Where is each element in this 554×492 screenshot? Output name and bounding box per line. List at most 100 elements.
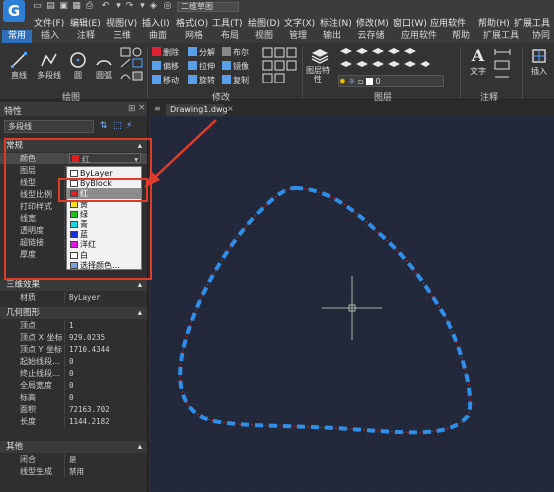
menu-draw[interactable]: 绘图(D) [248,16,280,29]
prop-row-closed[interactable]: 闭合 是 [0,454,147,465]
menu-grip-icon[interactable]: ≡ [154,104,161,113]
explode-tool[interactable]: 分解 [188,47,215,58]
stretch-tool[interactable]: 拉伸 [188,61,215,72]
workspace-sync-icon[interactable]: ◎ [162,1,173,12]
toggle-pickadd-icon[interactable]: ⇅ [100,121,108,131]
menu-modify[interactable]: 修改(M) [356,16,389,29]
annotation-icons [494,49,511,78]
section-geometry[interactable]: 几何图形 ▴ [0,307,147,319]
layer-properties-tool[interactable]: 图层特性 [306,47,334,84]
tab-mesh[interactable]: 网格 [180,30,208,43]
save-icon[interactable]: ▣ [58,1,69,12]
prop-row-length[interactable]: 长度 1144.2182 [0,416,147,427]
menu-dimension[interactable]: 标注(N) [320,16,352,29]
insert-block-tool[interactable]: 插入 [526,47,552,77]
redo-dropdown-icon[interactable]: ▾ [137,1,148,12]
menu-format[interactable]: 格式(O) [176,16,208,29]
tab-home[interactable]: 常用 [2,30,32,43]
prop-row-vertex-x[interactable]: 顶点 X 坐标 929.0235 [0,332,147,343]
menu-insert[interactable]: 插入(I) [142,16,170,29]
text-tool[interactable]: A 文字 [466,47,490,77]
close-tab-icon[interactable]: × [227,104,234,113]
polyline-tool[interactable]: 多段线 [34,51,64,81]
mirror-tool[interactable]: 镜像 [222,61,249,72]
tab-help[interactable]: 帮助 [448,30,474,43]
layer-dropdown[interactable]: ✹ ☼ ▫ 0 [338,75,444,87]
offset-icon [152,61,161,70]
menu-view[interactable]: 视图(V) [106,16,137,29]
circle-icon [70,52,86,68]
object-type-select[interactable]: 多段线 [4,120,94,133]
prop-row-area[interactable]: 面积 72163.702 [0,404,147,415]
menu-apps[interactable]: 应用软件 [430,16,466,29]
copy-icon [222,75,231,84]
workspace-icon[interactable]: ◈ [148,1,159,12]
line-icon [11,52,27,68]
line-tool[interactable]: 直线 [6,51,32,81]
tab-collab[interactable]: 协同 [528,30,554,43]
tab-drawing1[interactable]: Drawing1.dwg [166,104,228,116]
prop-divider [64,356,65,367]
prop-row-elevation[interactable]: 标高 0 [0,392,147,403]
redo-icon[interactable]: ↷ [124,1,135,12]
prop-row-linetype-gen[interactable]: 线型生成 禁用 [0,466,147,477]
tab-manage[interactable]: 管理 [284,30,312,43]
save-as-icon[interactable]: ▦ [71,1,82,12]
move-tool[interactable]: 移动 [152,75,179,86]
menu-tools[interactable]: 工具(T) [212,16,243,29]
tab-surface[interactable]: 曲面 [144,30,172,43]
tab-annotate[interactable]: 注释 [72,30,100,43]
tab-apps[interactable]: 应用软件 [396,30,442,43]
tab-3d[interactable]: 三维 [108,30,136,43]
new-file-icon[interactable]: ▭ [32,1,43,12]
prop-row-end-width[interactable]: 终止线段… 0 [0,368,147,379]
prop-divider [64,392,65,403]
undo-dropdown-icon[interactable]: ▾ [113,1,124,12]
menu-text[interactable]: 文字(X) [284,16,315,29]
prop-key: 标高 [20,393,36,402]
print-icon[interactable]: ⎙ [84,1,95,12]
menu-edit[interactable]: 编辑(E) [70,16,101,29]
prop-row-global-width[interactable]: 全局宽度 0 [0,380,147,391]
pin-icon[interactable]: ⊞ [128,104,136,114]
rotate-label: 旋转 [199,76,215,85]
prop-row-material[interactable]: 材质 ByLayer [0,292,147,303]
tab-cloud[interactable]: 云存储 [352,30,390,43]
select-objects-icon[interactable]: ⬚ [113,121,122,131]
title-bar: G ▭ ▤ ▣ ▦ ⎙ ↶ ▾ ↷ ▾ ◈ ◎ 二维草图 [0,0,554,22]
layer-tool-row[interactable] [338,47,430,67]
tab-layout[interactable]: 布局 [216,30,244,43]
menu-file[interactable]: 文件(F) [34,16,64,29]
open-file-icon[interactable]: ▤ [45,1,56,12]
prop-row-vertex-y[interactable]: 顶点 Y 坐标 1710.4344 [0,344,147,355]
app-logo-icon[interactable]: G [3,0,25,22]
tab-output[interactable]: 输出 [318,30,346,43]
arc-tool[interactable]: 圆弧 [92,51,116,81]
draw-extra-tools[interactable] [120,47,144,81]
ribbon-separator [522,47,523,99]
collapse-icon: ▴ [137,442,142,452]
modify-extra-tools[interactable] [262,47,298,84]
rotate-tool[interactable]: 旋转 [188,75,215,86]
section-other-label: 其他 [6,442,24,452]
tab-view[interactable]: 视图 [250,30,278,43]
offset-tool[interactable]: 偏移 [152,61,179,72]
menu-help[interactable]: 帮助(H) [478,16,510,29]
section-other[interactable]: 其他 ▴ [0,441,147,453]
tab-ext[interactable]: 扩展工具 [478,30,524,43]
undo-icon[interactable]: ↶ [100,1,111,12]
prop-row-vertex[interactable]: 顶点 1 [0,320,147,331]
copy-tool[interactable]: 复制 [222,75,249,86]
menu-ext[interactable]: 扩展工具 [514,16,550,29]
annotation-extra-tools[interactable] [494,47,512,78]
circle-tool[interactable]: 圆 [66,51,90,81]
prop-row-start-width[interactable]: 起始线段… 0 [0,356,147,367]
erase-tool[interactable]: 删除 [152,47,179,58]
tab-insert[interactable]: 插入 [36,30,64,43]
prop-divider [64,344,65,355]
close-icon[interactable]: × [138,103,146,113]
boolean-tool[interactable]: 布尔 [222,47,249,58]
menu-window[interactable]: 窗口(W) [393,16,427,29]
quick-select-icon[interactable]: ⚡ [126,121,132,131]
section-3d[interactable]: 三维效果 ▴ [0,279,147,291]
